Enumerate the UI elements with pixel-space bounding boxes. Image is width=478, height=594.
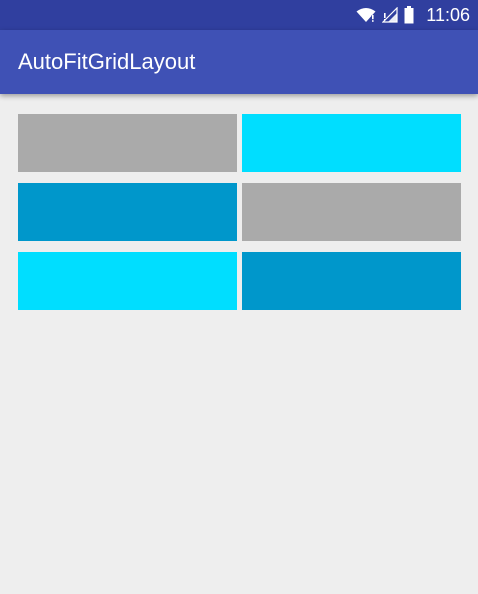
wifi-icon xyxy=(356,7,376,23)
auto-fit-grid xyxy=(18,114,461,310)
status-bar: 11:06 xyxy=(0,0,478,30)
status-time: 11:06 xyxy=(426,4,470,25)
app-title: AutoFitGridLayout xyxy=(18,49,196,74)
status-icons: 11:06 xyxy=(356,0,470,30)
grid-tile[interactable] xyxy=(242,252,461,310)
grid-tile[interactable] xyxy=(18,183,237,241)
grid-tile[interactable] xyxy=(242,114,461,172)
grid-tile[interactable] xyxy=(18,252,237,310)
grid-tile[interactable] xyxy=(242,183,461,241)
battery-icon xyxy=(404,6,414,24)
grid-tile[interactable] xyxy=(18,114,237,172)
signal-icon xyxy=(382,7,398,23)
app-bar: AutoFitGridLayout xyxy=(0,30,478,94)
